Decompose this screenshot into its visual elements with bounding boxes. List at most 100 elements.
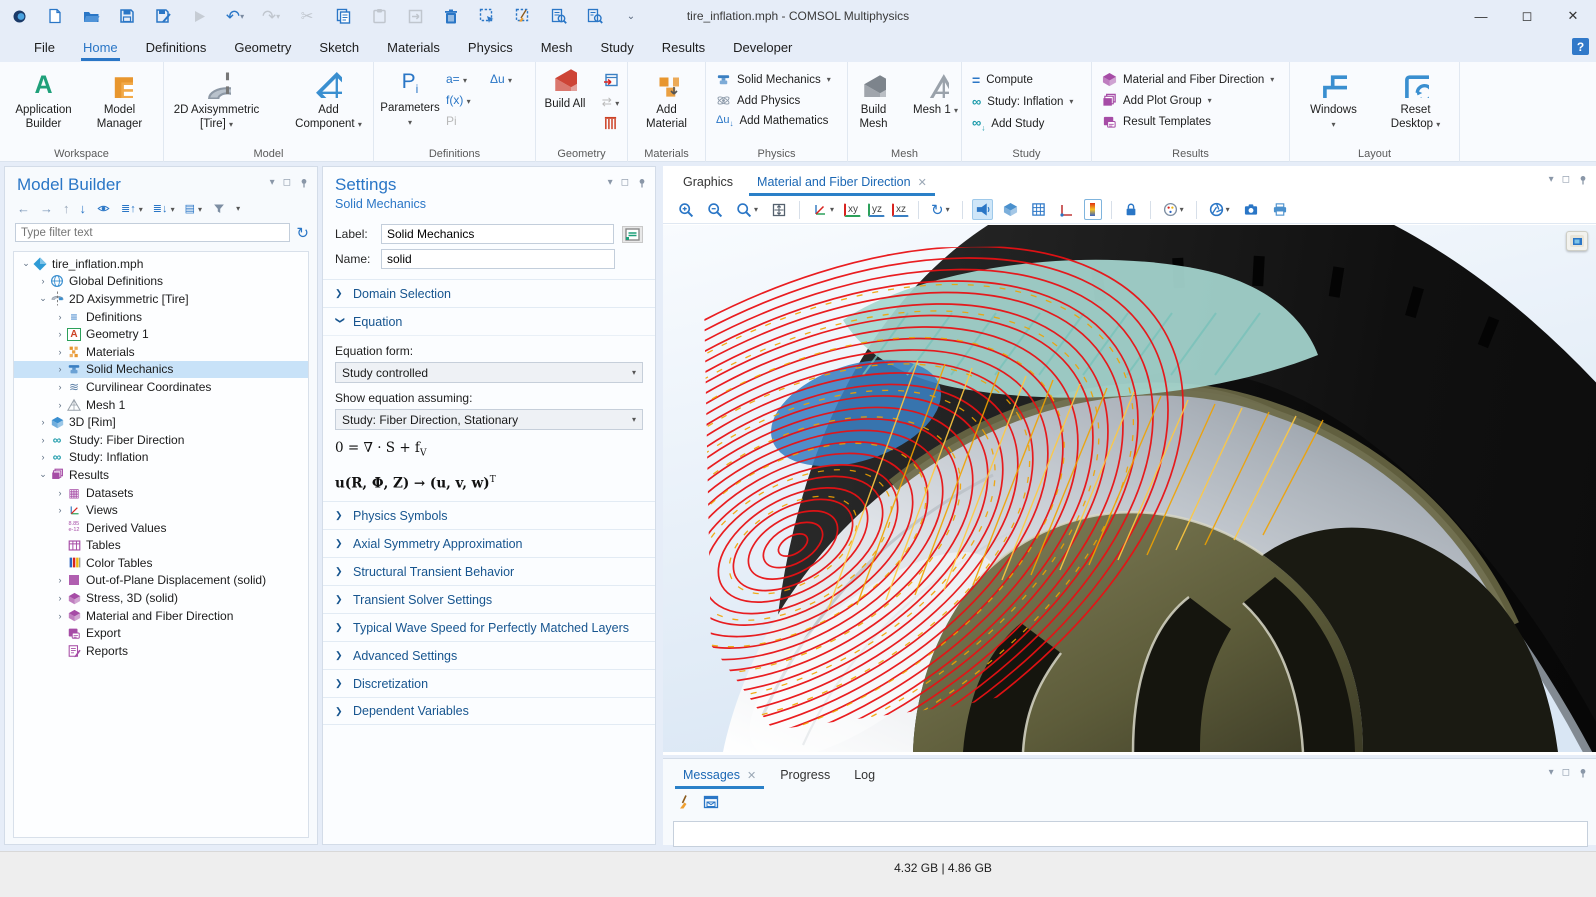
add-material-button[interactable]: Add Material — [633, 68, 701, 134]
menu-study[interactable]: Study — [587, 35, 648, 60]
print-icon[interactable] — [1269, 199, 1291, 220]
tree-item-material-and-fiber-direction[interactable]: ›Material and Fiber Direction — [14, 607, 308, 625]
close-button[interactable]: ✕ — [1550, 0, 1596, 32]
tree-item-out-of-plane-displacement-solid[interactable]: ›Out-of-Plane Displacement (solid) — [14, 572, 308, 590]
add-physics-button[interactable]: Add Physics — [716, 93, 847, 108]
zoom-in-icon[interactable] — [675, 199, 697, 221]
lock-view-icon[interactable] — [1121, 199, 1141, 220]
section-transient-solver[interactable]: ❯Transient Solver Settings — [323, 585, 655, 613]
panel-menu-icon[interactable]: ▾ — [270, 177, 275, 188]
maximize-button[interactable]: ◻ — [1504, 0, 1550, 32]
panel-pin-icon[interactable] — [637, 178, 647, 188]
view-yz-icon[interactable]: yz — [868, 203, 885, 217]
build-mesh-button[interactable]: Build Mesh — [845, 68, 903, 134]
expand-toggle-icon[interactable]: › — [54, 505, 66, 515]
color-legend-icon[interactable] — [1084, 199, 1102, 220]
help-button[interactable]: ? — [1572, 38, 1589, 55]
panel-float-icon[interactable]: ◻ — [1562, 174, 1570, 185]
menu-materials[interactable]: Materials — [373, 35, 454, 60]
tree-item-curvilinear-coordinates[interactable]: ›≋Curvilinear Coordinates — [14, 378, 308, 396]
collapse-all-icon[interactable]: ≣↑ ▾ — [121, 202, 143, 215]
reset-desktop-button[interactable]: Reset Desktop ▾ — [1385, 68, 1447, 134]
tab-messages[interactable]: Messages✕ — [673, 762, 766, 789]
menu-physics[interactable]: Physics — [454, 35, 527, 60]
panel-float-icon[interactable]: ◻ — [283, 177, 291, 188]
expand-toggle-icon[interactable]: ⌄ — [20, 258, 32, 269]
expand-toggle-icon[interactable]: › — [54, 382, 66, 392]
create-parameter-icon[interactable] — [622, 226, 643, 243]
tree-item-views[interactable]: ›Views — [14, 501, 308, 519]
filter-funnel-icon[interactable] — [212, 202, 226, 215]
tree-filter-input[interactable] — [15, 223, 290, 242]
windows-button[interactable]: Windows▾ — [1303, 68, 1365, 134]
view-xz-icon[interactable]: xz — [892, 203, 909, 217]
tree-item-color-tables[interactable]: Color Tables — [14, 554, 308, 572]
menu-home[interactable]: Home — [69, 35, 132, 60]
move-down-arrow-icon[interactable]: ↓ — [80, 201, 87, 216]
result-templates-button[interactable]: Result Templates — [1102, 114, 1289, 129]
tab-progress[interactable]: Progress — [770, 762, 840, 789]
material-fiber-direction-plot-button[interactable]: Material and Fiber Direction▾ — [1102, 72, 1289, 87]
study-inflation-button[interactable]: ∞ Study: Inflation▾ — [972, 94, 1091, 109]
tree-item-export[interactable]: Export — [14, 624, 308, 642]
menu-results[interactable]: Results — [648, 35, 719, 60]
menu-mesh[interactable]: Mesh — [527, 35, 587, 60]
section-domain-selection[interactable]: ❯Domain Selection — [323, 279, 655, 307]
panel-menu-icon[interactable]: ▾ — [608, 177, 613, 188]
update-icon[interactable]: ⇄ ▾ — [602, 95, 619, 109]
expand-toggle-icon[interactable]: › — [37, 417, 49, 427]
expand-toggle-icon[interactable]: › — [54, 329, 66, 339]
tree-item-study-inflation[interactable]: ›∞Study: Inflation — [14, 449, 308, 467]
show-axis-icon[interactable] — [1056, 199, 1077, 220]
add-plot-group-button[interactable]: Add Plot Group▾ — [1102, 93, 1289, 108]
graphics-viewport[interactable] — [663, 225, 1596, 755]
tree-item-datasets[interactable]: ›▦Datasets — [14, 484, 308, 502]
panel-float-icon[interactable]: ◻ — [621, 177, 629, 188]
clear-broom-icon[interactable] — [677, 794, 693, 810]
back-arrow-icon[interactable]: ← — [17, 201, 30, 216]
filter-chevron-icon[interactable]: ▾ — [236, 204, 240, 213]
mesh-1-button[interactable]: Mesh 1 ▾ — [907, 68, 965, 134]
add-component-button[interactable]: Add Component ▾ — [289, 68, 369, 134]
section-dependent-variables[interactable]: ❯Dependent Variables — [323, 697, 655, 725]
tree-item-derived-values[interactable]: 8.85e-12Derived Values — [14, 519, 308, 537]
tab-log[interactable]: Log — [844, 762, 885, 789]
refresh-icon[interactable]: ↻ — [296, 224, 309, 242]
plot-thumbnail-icon[interactable] — [1566, 231, 1588, 251]
tree-item-mesh-1[interactable]: ›Mesh 1 — [14, 396, 308, 414]
tree-item-results[interactable]: ⌄Results — [14, 466, 308, 484]
label-input[interactable] — [381, 224, 614, 244]
view-xy-icon[interactable]: xy — [844, 203, 861, 217]
scene-light-icon[interactable] — [972, 199, 993, 220]
expand-toggle-icon[interactable]: ⌄ — [37, 469, 49, 480]
go-to-view-icon[interactable]: ▾ — [809, 199, 837, 221]
menu-developer[interactable]: Developer — [719, 35, 806, 60]
expand-toggle-icon[interactable]: › — [37, 452, 49, 462]
tree-item-solid-mechanics[interactable]: ›Solid Mechanics — [14, 361, 308, 379]
close-tab-icon[interactable]: ✕ — [747, 769, 756, 782]
tab-material-fiber-direction[interactable]: Material and Fiber Direction✕ — [747, 169, 937, 196]
build-all-button[interactable]: Build All — [536, 62, 594, 131]
tree-item-tables[interactable]: Tables — [14, 537, 308, 555]
menu-sketch[interactable]: Sketch — [305, 35, 373, 60]
section-equation[interactable]: ❯Equation — [323, 307, 655, 335]
rotate-icon[interactable]: ↻▾ — [928, 198, 953, 222]
environment-icon[interactable]: ▾ — [1206, 199, 1233, 220]
solid-mechanics-button[interactable]: Solid Mechanics▾ — [716, 72, 847, 87]
equation-form-dropdown[interactable]: Study controlled▾ — [335, 362, 643, 383]
expand-toggle-icon[interactable]: › — [54, 488, 66, 498]
name-input[interactable] — [381, 249, 615, 269]
forward-arrow-icon[interactable]: → — [40, 201, 53, 216]
tree-item-definitions[interactable]: ›≡Definitions — [14, 308, 308, 326]
tree-item-tire-inflation-mph[interactable]: ⌄tire_inflation.mph — [14, 255, 308, 273]
tree-item-global-definitions[interactable]: ›Global Definitions — [14, 273, 308, 291]
show-equation-dropdown[interactable]: Study: Fiber Direction, Stationary▾ — [335, 409, 643, 430]
tree-item-3d-rim[interactable]: ›3D [Rim] — [14, 413, 308, 431]
application-builder-button[interactable]: A Application Builder — [8, 68, 80, 134]
expand-toggle-icon[interactable]: › — [54, 400, 66, 410]
panel-pin-icon[interactable] — [1578, 768, 1588, 778]
section-advanced-settings[interactable]: ❯Advanced Settings — [323, 641, 655, 669]
zoom-extents-icon[interactable] — [768, 199, 790, 221]
parameter-case-button[interactable]: Pi — [446, 114, 490, 128]
expand-toggle-icon[interactable]: › — [37, 435, 49, 445]
